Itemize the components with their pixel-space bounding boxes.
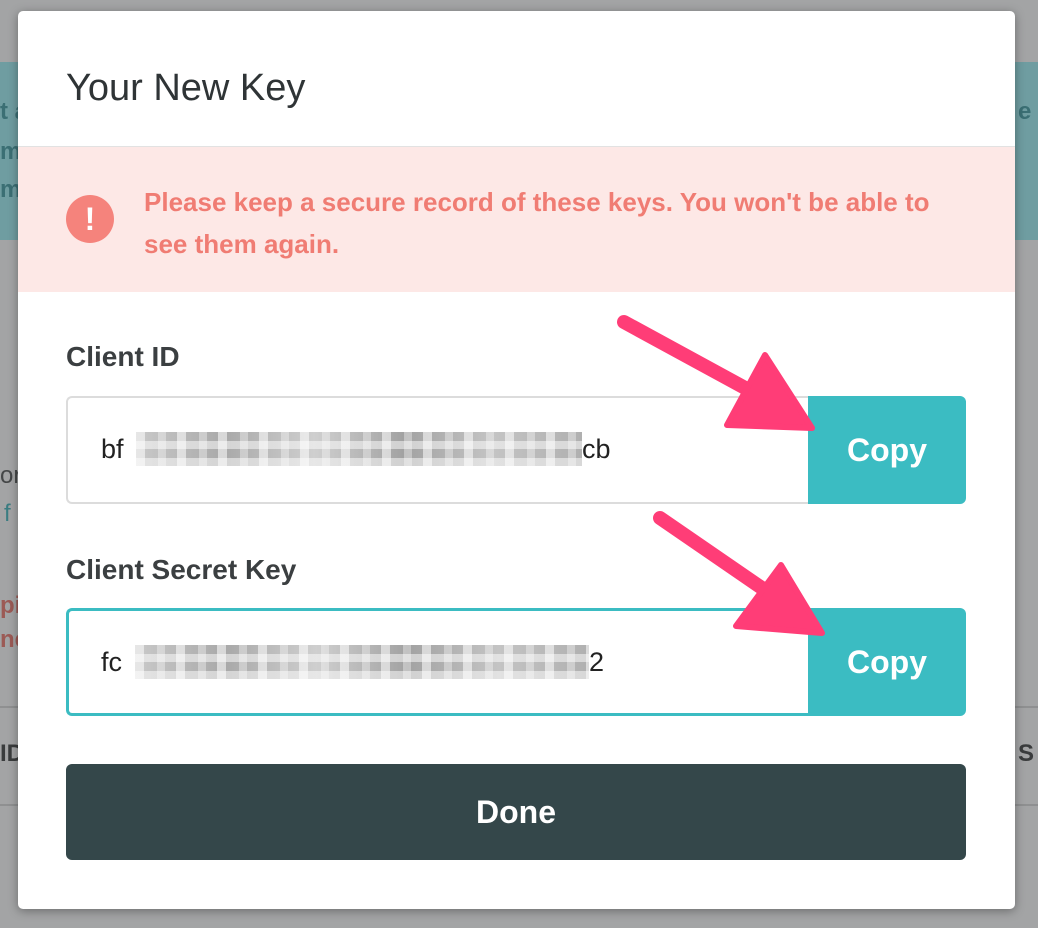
background-text: S [1018, 740, 1035, 767]
client-secret-label: Client Secret Key [66, 554, 297, 585]
modal-title: Your New Key [66, 67, 306, 109]
warning-alert: ! Please keep a secure record of these k… [18, 147, 1015, 292]
client-secret-prefix: fc [101, 647, 123, 677]
client-secret-suffix: 2 [589, 647, 605, 677]
copy-client-secret-button[interactable]: Copy [808, 608, 966, 716]
exclamation-icon: ! [66, 195, 114, 243]
client-id-masked-value [136, 432, 582, 466]
done-button[interactable]: Done [66, 764, 966, 860]
client-id-row: bf cb Copy [66, 396, 966, 504]
new-key-modal: Your New Key ! Please keep a secure reco… [18, 11, 1015, 909]
alert-message: Please keep a secure record of these key… [144, 187, 930, 259]
copy-client-id-button[interactable]: Copy [808, 396, 966, 504]
client-id-field[interactable]: bf cb [66, 396, 810, 504]
client-id-prefix: bf [101, 434, 124, 464]
client-secret-masked-value [135, 645, 589, 679]
client-id-suffix: cb [582, 434, 611, 464]
client-secret-row: fc 2 Copy [66, 608, 966, 716]
background-text: f [4, 500, 11, 527]
client-secret-field[interactable]: fc 2 [66, 608, 810, 716]
background-text: e [1018, 98, 1032, 125]
client-id-label: Client ID [66, 341, 180, 372]
